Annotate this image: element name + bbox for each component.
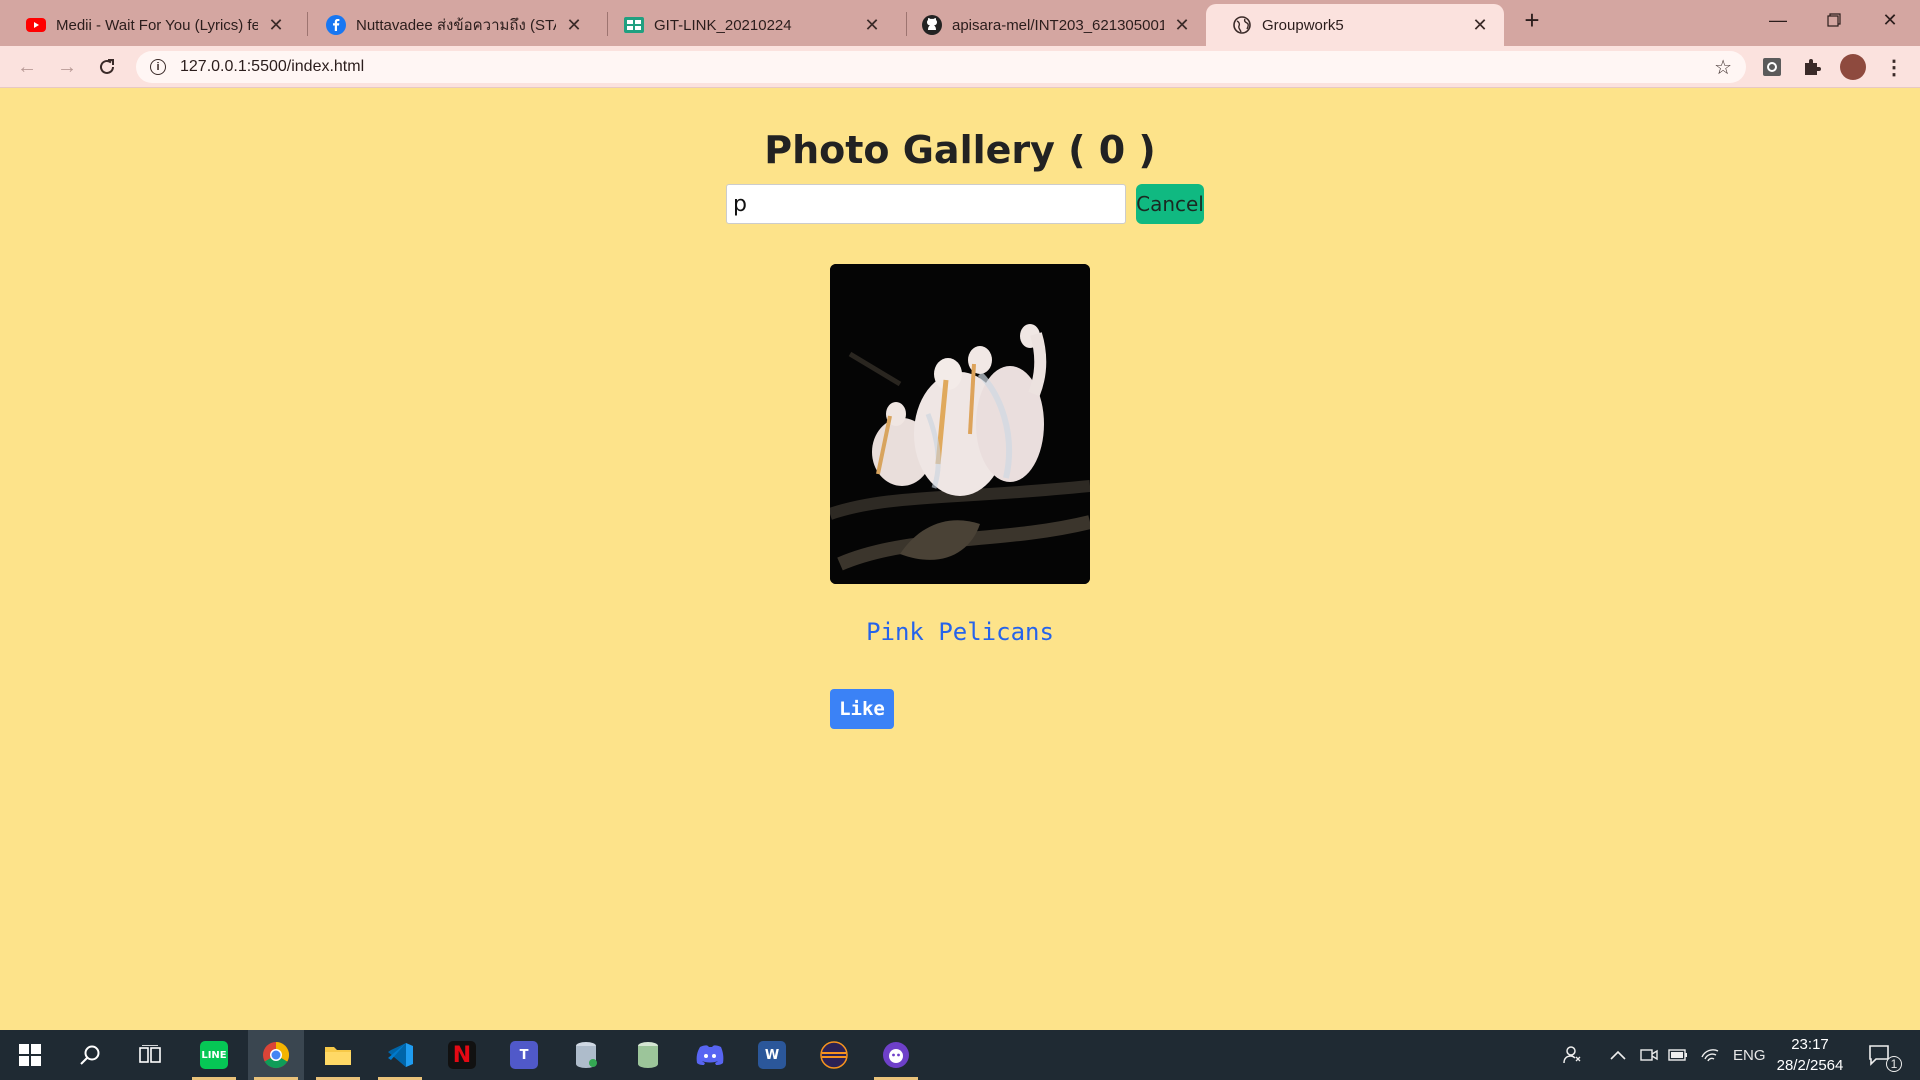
info-icon[interactable]: i — [150, 59, 166, 75]
back-icon[interactable]: ← — [10, 50, 44, 84]
cancel-button[interactable]: Cancel — [1136, 184, 1204, 224]
battery-icon[interactable] — [1668, 1030, 1688, 1080]
extensions-puzzle-icon[interactable] — [1801, 56, 1823, 78]
facebook-icon — [326, 15, 346, 35]
clock-date: 28/2/2564 — [1776, 1057, 1844, 1074]
sheets-icon — [624, 15, 644, 35]
minimize-icon[interactable]: — — [1750, 0, 1806, 40]
close-icon[interactable]: ✕ — [266, 15, 286, 35]
chrome-app-icon[interactable] — [248, 1030, 304, 1080]
teams-icon[interactable]: T — [496, 1030, 552, 1080]
profile-avatar[interactable] — [1840, 54, 1866, 80]
photo-pink-pelicans[interactable] — [830, 264, 1090, 584]
task-view-icon[interactable] — [122, 1030, 178, 1080]
people-icon[interactable] — [1562, 1030, 1582, 1080]
close-icon[interactable]: ✕ — [1470, 15, 1490, 35]
file-explorer-icon[interactable] — [310, 1030, 366, 1080]
clock-time: 23:17 — [1791, 1036, 1829, 1053]
tab-github[interactable]: apisara-mel/INT203_62130500107 ✕ — [896, 4, 1206, 46]
close-icon[interactable]: ✕ — [1172, 15, 1192, 35]
extension-outlook-icon[interactable] — [1761, 56, 1783, 78]
vscode-icon[interactable] — [372, 1030, 428, 1080]
github-icon — [922, 15, 942, 35]
tab-title: GIT-LINK_20210224 — [654, 16, 792, 34]
database-icon[interactable] — [558, 1030, 614, 1080]
eclipse-icon[interactable] — [806, 1030, 862, 1080]
tab-facebook[interactable]: Nuttavadee ส่งข้อความถึง (STAFF) S ✕ — [300, 4, 598, 46]
notification-center-icon[interactable]: 1 — [1868, 1030, 1902, 1080]
tab-title: Groupwork5 — [1262, 16, 1344, 34]
restore-icon[interactable] — [1806, 0, 1862, 40]
tab-groupwork5[interactable]: Groupwork5 ✕ — [1206, 4, 1504, 46]
search-icon[interactable] — [62, 1030, 118, 1080]
tab-title: Medii - Wait For You (Lyrics) feat. — [56, 16, 258, 34]
new-tab-icon[interactable]: + — [1518, 5, 1546, 35]
language-indicator[interactable]: ENG — [1733, 1030, 1766, 1080]
tab-title: apisara-mel/INT203_62130500107 — [952, 16, 1164, 34]
taskbar-clock[interactable]: 23:17 28/2/2564 — [1772, 1034, 1848, 1076]
page-content: Photo Gallery ( 0 ) Cancel Pink Pel — [0, 88, 1920, 1030]
windows-start-icon[interactable] — [2, 1030, 58, 1080]
line-app-icon[interactable]: LINE — [186, 1030, 242, 1080]
wifi-icon[interactable] — [1700, 1030, 1720, 1080]
discord-icon[interactable] — [682, 1030, 738, 1080]
youtube-icon — [26, 15, 46, 35]
forward-icon[interactable]: → — [50, 50, 84, 84]
like-button[interactable]: Like — [830, 689, 894, 729]
notification-count: 1 — [1886, 1056, 1902, 1072]
tab-title: Nuttavadee ส่งข้อความถึง (STAFF) S — [356, 17, 556, 34]
taskbar: LINE N T W ENG 23:17 28/2/2564 1 — [0, 1030, 1920, 1080]
close-icon[interactable]: ✕ — [862, 15, 882, 35]
globe-icon — [1232, 15, 1252, 35]
github-desktop-icon[interactable] — [868, 1030, 924, 1080]
meeting-icon[interactable] — [1640, 1030, 1658, 1080]
page-title: Photo Gallery ( 0 ) — [764, 128, 1156, 172]
reload-icon[interactable] — [90, 50, 124, 84]
window-close-icon[interactable]: ✕ — [1862, 0, 1918, 40]
word-icon[interactable]: W — [744, 1030, 800, 1080]
database-2-icon[interactable] — [620, 1030, 676, 1080]
chevron-up-icon[interactable] — [1610, 1030, 1626, 1080]
address-bar[interactable]: i 127.0.0.1:5500/index.html ☆ — [136, 51, 1746, 83]
browser-toolbar: ← → i 127.0.0.1:5500/index.html ☆ ⋮ — [0, 46, 1920, 88]
bookmark-star-icon[interactable]: ☆ — [1714, 55, 1732, 80]
browser-tab-strip: Medii - Wait For You (Lyrics) feat. ✕ Nu… — [0, 0, 1920, 46]
close-icon[interactable]: ✕ — [564, 15, 584, 35]
tab-youtube[interactable]: Medii - Wait For You (Lyrics) feat. ✕ — [0, 4, 300, 46]
menu-kebab-icon[interactable]: ⋮ — [1883, 56, 1905, 79]
photo-caption: Pink Pelicans — [866, 618, 1054, 646]
search-input[interactable] — [726, 184, 1126, 224]
url-text: 127.0.0.1:5500/index.html — [180, 58, 365, 75]
netflix-icon[interactable]: N — [434, 1030, 490, 1080]
tab-git-link[interactable]: GIT-LINK_20210224 ✕ — [598, 4, 896, 46]
